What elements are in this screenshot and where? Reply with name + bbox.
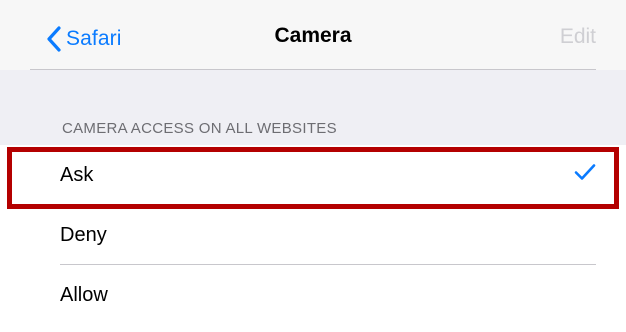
option-deny[interactable]: Deny xyxy=(0,205,626,265)
navigation-bar: Safari Camera Edit xyxy=(0,0,626,70)
checkmark-icon xyxy=(574,164,596,187)
option-ask[interactable]: Ask xyxy=(0,145,626,205)
option-label: Deny xyxy=(60,223,107,246)
option-label: Ask xyxy=(60,163,94,186)
edit-button[interactable]: Edit xyxy=(560,25,596,49)
option-label: Allow xyxy=(60,283,108,306)
section-header: CAMERA ACCESS ON ALL WEBSITES xyxy=(62,120,337,137)
page-title: Camera xyxy=(274,24,352,47)
option-allow[interactable]: Allow xyxy=(0,265,626,325)
camera-access-options: Ask Deny Allow xyxy=(0,145,626,325)
